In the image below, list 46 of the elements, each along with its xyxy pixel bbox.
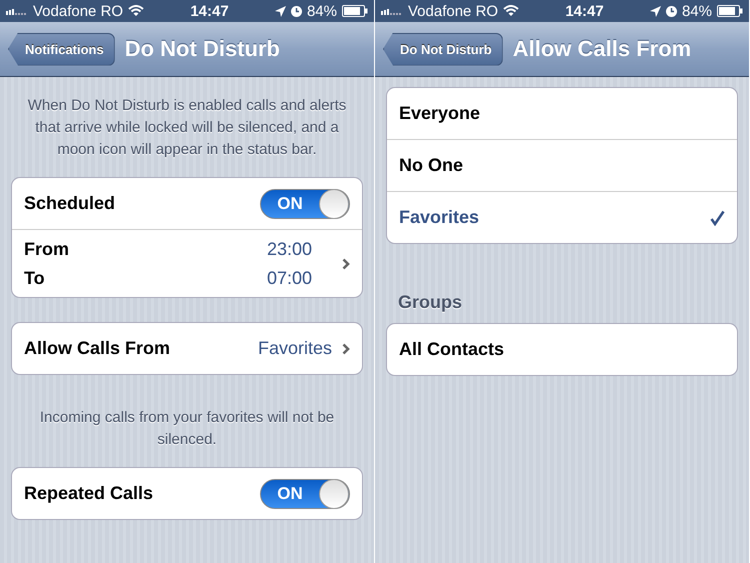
clock-icon <box>666 6 677 16</box>
back-button[interactable]: Do Not Disturb <box>383 32 503 66</box>
battery-icon <box>716 5 743 17</box>
status-time: 14:47 <box>190 2 229 20</box>
row-label: Repeated Calls <box>24 483 154 504</box>
toggle-switch[interactable]: ON <box>260 188 350 218</box>
schedule-row[interactable]: From 23:00 To 07:00 <box>12 229 362 297</box>
option-row[interactable]: Favorites <box>387 191 737 243</box>
wifi-icon <box>503 5 520 17</box>
time-value: 07:00 <box>266 268 312 288</box>
location-arrow-icon <box>274 6 286 16</box>
time-value: 23:00 <box>266 238 312 260</box>
carrier-name: Vodafone RO <box>408 2 498 20</box>
nav-title: Allow Calls From <box>512 36 692 62</box>
option-row[interactable]: All Contacts <box>387 324 737 375</box>
option-label: No One <box>399 155 464 176</box>
option-row[interactable]: Everyone <box>387 88 737 139</box>
wifi-icon <box>128 5 144 17</box>
signal-icon <box>381 7 403 15</box>
option-label: All Contacts <box>399 339 504 360</box>
toggle-switch[interactable]: ON <box>260 478 350 508</box>
signal-icon <box>6 7 28 15</box>
clock-icon <box>290 6 302 16</box>
row-label: Allow Calls From <box>24 338 170 359</box>
chevron-icon <box>342 342 350 354</box>
option-label: Favorites <box>399 207 480 228</box>
section-header: Groups <box>398 292 464 313</box>
footnote-text: Incoming calls from your favorites will not be silenced. <box>38 408 336 450</box>
battery-percent: 84% <box>306 2 337 20</box>
nav-title: Do Not Disturb <box>124 36 280 62</box>
row-value: Favorites <box>258 338 332 359</box>
carrier-name: Vodafone RO <box>33 2 124 20</box>
battery-icon <box>342 5 368 17</box>
row-label: To <box>24 268 45 288</box>
back-button[interactable]: Notifications <box>8 32 115 66</box>
row-label: Scheduled <box>24 193 116 214</box>
battery-percent: 84% <box>682 2 712 20</box>
row-label: From <box>24 238 69 260</box>
status-time: 14:47 <box>565 2 604 20</box>
footnote-text: When Do Not Disturb is enabled calls and alerts that arrive while locked will be silenced, and a moon icon will appear in the status bar. <box>26 96 348 160</box>
settings-row[interactable]: Allow Calls From Favorites <box>12 323 362 374</box>
option-row[interactable]: No One <box>387 139 737 191</box>
option-label: Everyone <box>399 103 480 124</box>
location-arrow-icon <box>650 6 661 16</box>
chevron-icon <box>342 258 350 270</box>
checkmark-icon <box>710 210 725 226</box>
